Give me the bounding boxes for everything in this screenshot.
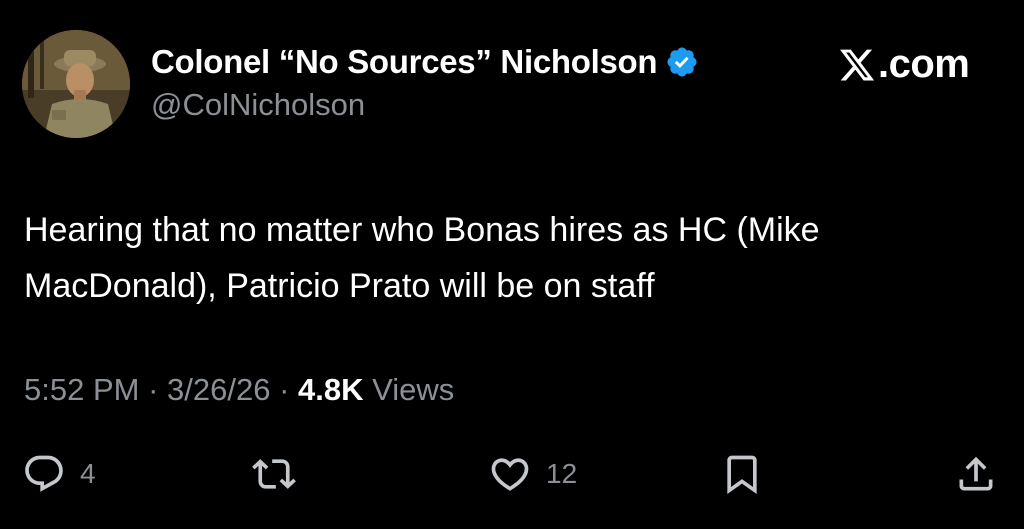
meta-separator: · (139, 372, 168, 407)
like-button[interactable]: 12 (488, 446, 577, 502)
brand-domain: .com (878, 42, 970, 86)
tweet-time[interactable]: 5:52 PM (24, 372, 139, 407)
share-button[interactable] (954, 446, 998, 502)
tweet-meta: 5:52 PM · 3/26/26 · 4.8K Views (24, 372, 454, 408)
verified-badge-icon (665, 45, 699, 79)
share-icon (954, 452, 998, 496)
reply-button[interactable]: 4 (22, 446, 96, 502)
reply-count: 4 (80, 458, 96, 489)
handle[interactable]: @ColNicholson (151, 87, 699, 123)
name-row: Colonel “No Sources” Nicholson (151, 40, 699, 84)
tweet-text: Hearing that no matter who Bonas hires a… (24, 211, 820, 305)
reply-icon (22, 452, 66, 496)
tweet-card: Colonel “No Sources” Nicholson @ColNicho… (0, 0, 1024, 529)
tweet-date[interactable]: 3/26/26 (167, 372, 270, 407)
bookmark-icon (720, 452, 764, 496)
like-count: 12 (546, 458, 578, 489)
x-logo-icon (838, 46, 876, 84)
avatar[interactable] (22, 30, 130, 138)
retweet-button[interactable] (252, 446, 310, 502)
bookmark-button[interactable] (720, 446, 764, 502)
brand-watermark: .com (838, 42, 970, 87)
retweet-icon (252, 452, 296, 496)
views-label: Views (363, 372, 455, 407)
views-count: 4.8K (298, 372, 364, 407)
avatar-image (22, 30, 130, 138)
heart-icon (488, 452, 532, 496)
meta-separator: · (270, 372, 299, 407)
action-bar: 4 12 (0, 446, 1024, 506)
author-header: Colonel “No Sources” Nicholson @ColNicho… (151, 40, 699, 123)
display-name[interactable]: Colonel “No Sources” Nicholson (151, 43, 658, 81)
